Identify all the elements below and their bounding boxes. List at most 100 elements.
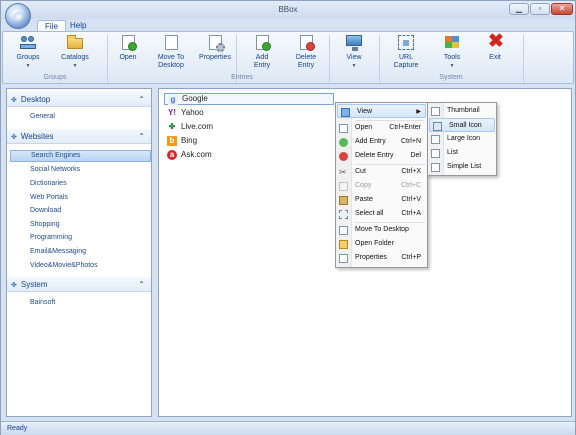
menu-item-cut[interactable]: ✂ Cut Ctrl+X	[336, 165, 427, 179]
tools-icon	[443, 34, 461, 51]
app-window: BBox ▁ ▫ ✕ File Help Groups ▼ Catalogs ▼…	[0, 0, 576, 435]
sidebar-item-dictionaries[interactable]: Dictionaries	[10, 178, 151, 190]
sidebar-item-email-messaging[interactable]: Email&Messaging	[10, 246, 151, 258]
group-label-system: System	[439, 74, 463, 81]
add-label: Add	[255, 54, 269, 61]
menu-item-label: Select all	[355, 210, 384, 217]
bing-icon: b	[167, 136, 177, 146]
collapse-icon[interactable]: ⌃	[138, 92, 145, 107]
menu-item-label: Open Folder	[355, 240, 394, 247]
desktop-label: Desktop	[158, 62, 184, 69]
section-title: System	[20, 280, 48, 289]
sidebar-item-programming[interactable]: Programming	[10, 232, 151, 244]
folder-icon	[66, 34, 84, 51]
maximize-button[interactable]: ▫	[530, 3, 550, 15]
menu-item-view[interactable]: View ▶	[337, 104, 426, 118]
sidebar-item-shopping[interactable]: Shopping	[10, 219, 151, 231]
copy-icon	[339, 182, 348, 191]
collapse-icon[interactable]: ⌃	[138, 277, 145, 292]
menu-item-label: Cut	[355, 168, 366, 175]
view-button[interactable]: View ▼	[339, 34, 369, 70]
menu-item-shortcut: Ctrl+X	[401, 168, 421, 175]
menu-item-delete-entry[interactable]: Delete Entry Del	[336, 149, 427, 163]
sidebar-item-download[interactable]: Download	[10, 205, 151, 217]
list-icon	[431, 149, 440, 158]
url-capture-button[interactable]: URL Capture	[389, 34, 423, 70]
menu-item-properties[interactable]: Properties Ctrl+P	[336, 251, 427, 265]
close-button[interactable]: ✕	[551, 3, 573, 15]
menu-item-paste[interactable]: Paste Ctrl+V	[336, 193, 427, 207]
open-icon	[119, 34, 137, 51]
chevron-down-icon: ▼	[25, 63, 31, 69]
groups-icon	[19, 34, 37, 51]
delete-entry-button[interactable]: Delete Entry	[291, 34, 321, 70]
section-desktop[interactable]: ✤ Desktop ⌃	[7, 92, 151, 107]
view-icon	[345, 34, 363, 51]
capture-icon	[397, 34, 415, 51]
sidebar-item-bainsoft[interactable]: Bainsoft	[10, 297, 151, 309]
app-menu-orb[interactable]	[5, 3, 31, 29]
menu-item-label: Open	[355, 124, 373, 131]
properties-icon	[206, 34, 225, 52]
section-websites[interactable]: ✤ Websites ⌃	[7, 129, 151, 144]
collapse-icon[interactable]: ⌃	[138, 129, 145, 144]
group-label-groups: Groups	[43, 74, 67, 81]
add-icon	[339, 138, 348, 147]
section-system[interactable]: ✤ System ⌃	[7, 277, 151, 292]
entry-bing[interactable]: b Bing	[164, 135, 197, 147]
entry-yahoo[interactable]: Y! Yahoo	[164, 107, 204, 119]
chevron-down-icon: ▼	[449, 63, 455, 69]
chevron-down-icon: ▼	[72, 63, 78, 69]
delete-entry-icon	[297, 34, 315, 51]
sidebar-item-general[interactable]: General	[10, 111, 151, 123]
open-button[interactable]: Open	[113, 34, 143, 62]
submenu-item-label: List	[447, 149, 458, 156]
group-label-entries: Entries	[231, 74, 253, 81]
sidebar-item-social-networks[interactable]: Social Networks	[10, 164, 151, 176]
status-text: Ready	[7, 425, 28, 432]
entry-google[interactable]: g Google	[164, 93, 334, 105]
submenu-item-thumbnail[interactable]: Thumbnail	[428, 104, 496, 118]
view-submenu: Thumbnail Small Icon Large Icon List Sim…	[427, 102, 497, 176]
entry-ask-com[interactable]: a Ask.com	[164, 149, 212, 161]
properties-button[interactable]: Properties	[197, 34, 233, 62]
catalogs-button-label: Catalogs	[61, 54, 89, 61]
group-divider	[523, 35, 524, 82]
catalogs-button[interactable]: Catalogs ▼	[57, 34, 93, 70]
submenu-item-list[interactable]: List	[428, 146, 496, 160]
entry-label: Ask.com	[181, 150, 212, 159]
ribbon: Groups ▼ Catalogs ▼ Groups Open Move To …	[2, 31, 574, 84]
star-icon: ✤	[11, 282, 17, 289]
menu-item-select-all[interactable]: Select all Ctrl+A	[336, 207, 427, 221]
submenu-item-large-icon[interactable]: Large Icon	[428, 132, 496, 146]
window-title: BBox	[278, 5, 298, 14]
simple-list-icon	[431, 163, 440, 172]
desktop-icon	[162, 34, 180, 51]
sidebar: ✤ Desktop ⌃ General ✤ Websites ⌃ Search En…	[6, 88, 152, 417]
menu-item-shortcut: Ctrl+C	[400, 182, 421, 189]
move-to-desktop-button[interactable]: Move To Desktop	[153, 34, 189, 70]
sidebar-item-video-movie-photos[interactable]: Video&Movie&Photos	[10, 260, 151, 272]
submenu-item-simple-list[interactable]: Simple List	[428, 160, 496, 174]
tools-button[interactable]: Tools ▼	[437, 34, 467, 70]
exit-icon: ✖	[488, 31, 504, 52]
menu-item-move-to-desktop[interactable]: Move To Desktop	[336, 223, 427, 237]
entry-live-com[interactable]: ✤ Live.com	[164, 121, 213, 133]
menu-item-copy[interactable]: Copy Ctrl+C	[336, 179, 427, 193]
sidebar-item-search-engines[interactable]: Search Engines	[10, 150, 151, 162]
menu-item-open[interactable]: Open Ctrl+Enter	[336, 121, 427, 135]
properties-button-label: Properties	[199, 54, 231, 61]
submenu-item-label: Simple List	[447, 163, 482, 170]
menu-item-open-folder[interactable]: Open Folder	[336, 237, 427, 251]
entry-label: Bing	[181, 136, 198, 145]
exit-button-label: Exit	[489, 54, 501, 61]
star-icon: ✤	[11, 97, 17, 104]
menu-item-add-entry[interactable]: Add Entry Ctrl+N	[336, 135, 427, 149]
add-entry-button[interactable]: Add Entry	[247, 34, 277, 70]
menu-item-shortcut: Ctrl+A	[401, 210, 421, 217]
groups-button[interactable]: Groups ▼	[13, 34, 43, 70]
exit-button[interactable]: ✖ Exit	[481, 31, 509, 62]
sidebar-item-web-portals[interactable]: Web Portals	[10, 192, 151, 204]
minimize-button[interactable]: ▁	[509, 3, 529, 15]
submenu-item-small-icon[interactable]: Small Icon	[429, 118, 495, 132]
